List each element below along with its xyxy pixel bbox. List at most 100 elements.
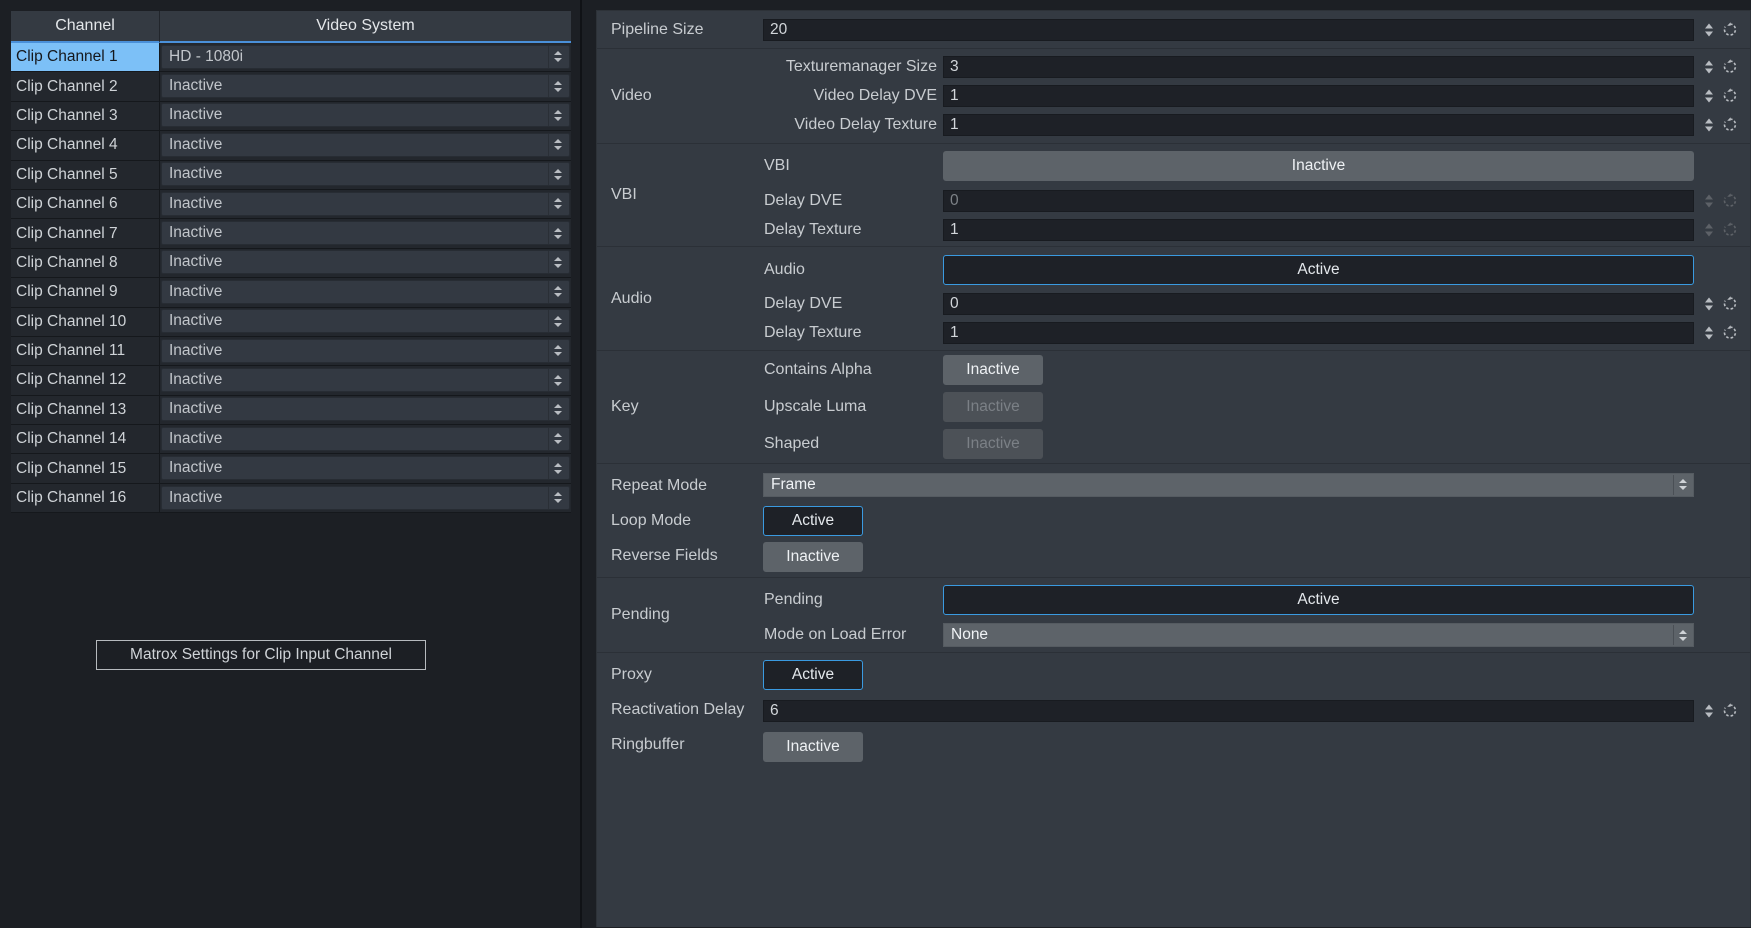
table-row[interactable]: Clip Channel 12Inactive	[11, 366, 571, 395]
spinner-icon[interactable]	[1702, 90, 1715, 103]
spinner-icon[interactable]	[1702, 704, 1715, 717]
reset-icon[interactable]	[1722, 325, 1739, 342]
video-system-select[interactable]: Inactive	[161, 339, 570, 363]
cell-channel-name[interactable]: Clip Channel 9	[11, 278, 159, 307]
table-row[interactable]: Clip Channel 3Inactive	[11, 102, 571, 131]
reactivation-delay-input[interactable]: 6	[763, 700, 1694, 722]
cell-channel-name[interactable]: Clip Channel 5	[11, 161, 159, 190]
spinner-icon[interactable]	[1702, 298, 1715, 311]
reset-icon[interactable]	[1722, 117, 1739, 134]
proxy-toggle-button[interactable]: Active	[763, 660, 863, 690]
spinner-icon[interactable]	[1702, 223, 1715, 236]
table-row[interactable]: Clip Channel 15Inactive	[11, 454, 571, 483]
dropdown-spinner-icon[interactable]	[548, 75, 566, 97]
video-system-select[interactable]: Inactive	[161, 456, 570, 480]
dropdown-spinner-icon[interactable]	[548, 457, 566, 479]
audio-delay-dve-input[interactable]: 0	[943, 293, 1694, 315]
spinner-icon[interactable]	[1702, 119, 1715, 132]
reset-icon[interactable]	[1722, 59, 1739, 76]
ringbuffer-toggle-button[interactable]: Inactive	[763, 732, 863, 762]
table-row[interactable]: Clip Channel 8Inactive	[11, 249, 571, 278]
cell-channel-name[interactable]: Clip Channel 6	[11, 190, 159, 219]
reverse-fields-toggle-button[interactable]: Inactive	[763, 542, 863, 572]
table-row[interactable]: Clip Channel 16Inactive	[11, 484, 571, 513]
video-system-select[interactable]: Inactive	[161, 133, 570, 157]
table-row[interactable]: Clip Channel 14Inactive	[11, 425, 571, 454]
dropdown-spinner-icon[interactable]	[548, 46, 566, 68]
contains-alpha-toggle-button[interactable]: Inactive	[943, 355, 1043, 385]
dropdown-spinner-icon[interactable]	[548, 251, 566, 273]
video-system-select[interactable]: Inactive	[161, 368, 570, 392]
video-system-select[interactable]: Inactive	[161, 221, 570, 245]
audio-toggle-button[interactable]: Active	[943, 255, 1694, 285]
texturemanager-size-input[interactable]: 3	[943, 56, 1694, 78]
video-system-select[interactable]: Inactive	[161, 309, 570, 333]
dropdown-spinner-icon[interactable]	[548, 310, 566, 332]
reset-icon[interactable]	[1722, 296, 1739, 313]
table-row[interactable]: Clip Channel 7Inactive	[11, 219, 571, 248]
cell-channel-name[interactable]: Clip Channel 15	[11, 454, 159, 483]
video-system-select[interactable]: Inactive	[161, 103, 570, 127]
reset-icon[interactable]	[1722, 88, 1739, 105]
video-system-select[interactable]: Inactive	[161, 486, 570, 510]
video-system-select[interactable]: Inactive	[161, 280, 570, 304]
mode-on-load-error-select[interactable]: None	[943, 623, 1694, 647]
dropdown-spinner-icon[interactable]	[548, 222, 566, 244]
dropdown-spinner-icon[interactable]	[548, 369, 566, 391]
vbi-delay-dve-input[interactable]: 0	[943, 190, 1694, 212]
dropdown-spinner-icon[interactable]	[548, 193, 566, 215]
video-system-select[interactable]: Inactive	[161, 74, 570, 98]
dropdown-spinner-icon[interactable]	[548, 487, 566, 509]
reset-icon[interactable]	[1722, 21, 1739, 38]
video-system-select[interactable]: Inactive	[161, 250, 570, 274]
video-system-select[interactable]: Inactive	[161, 162, 570, 186]
reset-icon[interactable]	[1722, 221, 1739, 238]
cell-channel-name[interactable]: Clip Channel 4	[11, 131, 159, 160]
table-row[interactable]: Clip Channel 13Inactive	[11, 396, 571, 425]
video-delay-dve-input[interactable]: 1	[943, 85, 1694, 107]
dropdown-spinner-icon[interactable]	[548, 398, 566, 420]
video-delay-texture-input[interactable]: 1	[943, 114, 1694, 136]
video-system-select[interactable]: HD - 1080i	[161, 45, 570, 69]
dropdown-spinner-icon[interactable]	[548, 163, 566, 185]
table-row[interactable]: Clip Channel 4Inactive	[11, 131, 571, 160]
spinner-icon[interactable]	[1702, 61, 1715, 74]
video-system-select[interactable]: Inactive	[161, 397, 570, 421]
table-row[interactable]: Clip Channel 9Inactive	[11, 278, 571, 307]
vbi-toggle-button[interactable]: Inactive	[943, 151, 1694, 181]
dropdown-spinner-icon[interactable]	[548, 134, 566, 156]
cell-channel-name[interactable]: Clip Channel 7	[11, 219, 159, 248]
cell-channel-name[interactable]: Clip Channel 16	[11, 484, 159, 513]
table-row[interactable]: Clip Channel 6Inactive	[11, 190, 571, 219]
table-row[interactable]: Clip Channel 11Inactive	[11, 337, 571, 366]
cell-channel-name[interactable]: Clip Channel 8	[11, 249, 159, 278]
table-row[interactable]: Clip Channel 5Inactive	[11, 161, 571, 190]
dropdown-spinner-icon[interactable]	[548, 104, 566, 126]
dropdown-spinner-icon[interactable]	[548, 281, 566, 303]
loop-mode-toggle-button[interactable]: Active	[763, 506, 863, 536]
cell-channel-name[interactable]: Clip Channel 11	[11, 337, 159, 366]
cell-channel-name[interactable]: Clip Channel 2	[11, 72, 159, 101]
spinner-icon[interactable]	[1702, 194, 1715, 207]
table-row[interactable]: Clip Channel 10Inactive	[11, 308, 571, 337]
spinner-icon[interactable]	[1702, 23, 1715, 36]
vbi-delay-texture-input[interactable]: 1	[943, 219, 1694, 241]
table-row[interactable]: Clip Channel 1HD - 1080i	[11, 43, 571, 72]
pipeline-size-input[interactable]: 20	[763, 19, 1694, 41]
matrox-settings-button[interactable]: Matrox Settings for Clip Input Channel	[96, 640, 426, 670]
dropdown-spinner-icon[interactable]	[548, 340, 566, 362]
video-system-select[interactable]: Inactive	[161, 192, 570, 216]
cell-channel-name[interactable]: Clip Channel 10	[11, 308, 159, 337]
spinner-icon[interactable]	[1702, 327, 1715, 340]
cell-channel-name[interactable]: Clip Channel 3	[11, 102, 159, 131]
audio-delay-texture-input[interactable]: 1	[943, 322, 1694, 344]
video-system-select[interactable]: Inactive	[161, 427, 570, 451]
repeat-mode-select[interactable]: Frame	[763, 473, 1694, 497]
dropdown-spinner-icon[interactable]	[548, 428, 566, 450]
reset-icon[interactable]	[1722, 192, 1739, 209]
reset-icon[interactable]	[1722, 702, 1739, 719]
table-row[interactable]: Clip Channel 2Inactive	[11, 72, 571, 101]
dropdown-spinner-icon[interactable]	[1673, 625, 1691, 645]
pending-toggle-button[interactable]: Active	[943, 585, 1694, 615]
cell-channel-name[interactable]: Clip Channel 1	[11, 43, 159, 72]
